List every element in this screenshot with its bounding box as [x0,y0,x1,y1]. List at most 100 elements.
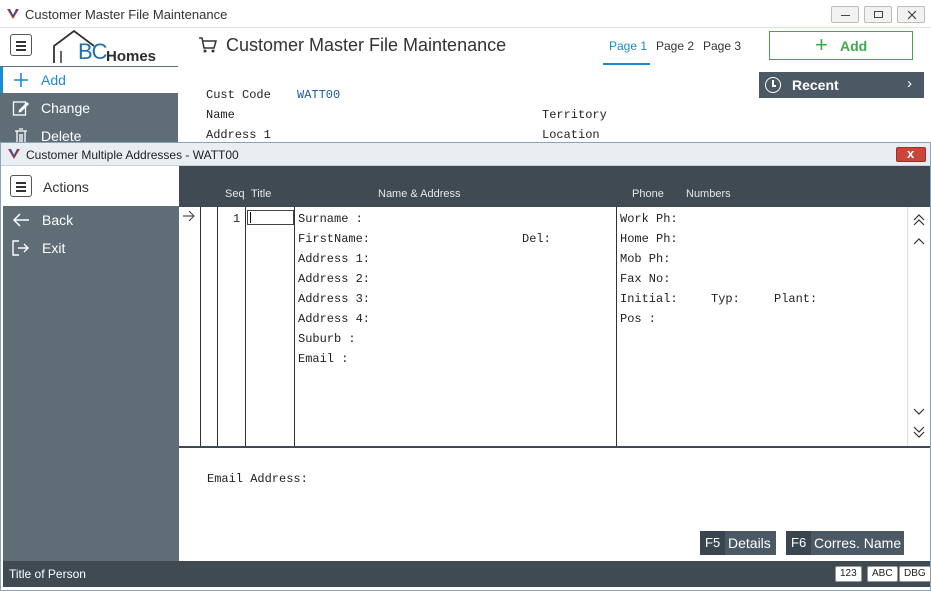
exit-icon [12,240,29,256]
restore-button[interactable] [864,6,892,23]
f5-action-label: Details [728,535,771,551]
grid-header: Seq Title Name & Address Phone Numbers [179,166,930,207]
dialog-sidebar: Actions Back Exit [3,166,179,561]
scroll-bottom-icon[interactable] [912,425,926,439]
sidebar-item-delete[interactable]: Delete [0,123,178,142]
main-menu-button[interactable] [10,34,32,56]
sidebar-item-label: Delete [41,128,82,142]
grid-divider [294,207,295,447]
recent-button[interactable]: Recent › [759,72,924,98]
clock-icon [765,77,781,93]
sidebar-item-back[interactable]: Back [3,207,179,233]
restore-icon [874,11,883,18]
work-phone-label: Work Ph: [620,212,678,226]
app-logo-icon [7,8,19,19]
status-bar: Title of Person 123 ABC DBG [3,561,931,587]
sidebar-item-exit[interactable]: Exit [3,235,179,261]
current-row-arrow-icon [183,210,195,222]
sidebar-item-change[interactable]: Change [0,95,178,121]
territory-label: Territory [542,108,607,122]
scroll-down-icon[interactable] [912,404,926,418]
caps-mode-badge[interactable]: ABC [867,566,898,582]
sidebar-item-add[interactable]: Add [0,67,178,93]
add-record-button[interactable]: + Add [769,31,913,60]
dialog-close-button[interactable]: x [896,146,926,162]
actions-menu[interactable]: Actions [3,166,179,206]
close-icon: x [907,146,915,161]
initial-label: Initial: [620,292,678,306]
debug-mode-badge[interactable]: DBG [899,566,931,582]
title-input[interactable] [247,210,294,225]
logo-bc-text: BC [78,39,108,64]
logo-homes-text: Homes [106,48,157,65]
cart-icon [199,37,217,53]
sidebar-item-label: Back [42,212,74,228]
edit-icon [12,101,29,116]
address1-field-label: Address 1: [298,252,371,266]
close-main-button[interactable] [897,6,925,23]
address-grid: Seq Title Name & Address Phone Numbers 1… [179,166,930,449]
col-header-numbers[interactable]: Numbers [686,188,731,200]
f5-key-label: F5 [700,531,726,555]
page-title: Customer Master File Maintenance [226,35,507,55]
pos-label: Pos : [620,312,657,326]
sidebar-item-label: Exit [42,240,66,256]
f5-details-button[interactable]: F5 Details [700,531,776,555]
scroll-top-icon[interactable] [912,213,926,227]
name-label: Name [206,108,235,122]
main-window-title: Customer Master File Maintenance [25,7,228,22]
main-titlebar: Customer Master File Maintenance [0,0,931,28]
active-marker [0,67,3,93]
main-header: BC Homes Customer Master File Maintenanc… [0,28,931,66]
tab-page-1[interactable]: Page 1 [609,39,647,53]
address1-label: Address 1 [206,128,271,142]
dialog-titlebar: Customer Multiple Addresses - WATT00 x [1,143,930,166]
minimize-button[interactable] [831,6,859,23]
tab-page-3[interactable]: Page 3 [703,39,741,53]
cust-code-label: Cust Code [206,88,271,102]
chevron-right-icon: › [907,75,912,92]
active-tab-indicator [603,63,650,65]
sidebar-item-label: Add [41,72,66,88]
bc-homes-logo: BC Homes [52,29,166,65]
dialog-title: Customer Multiple Addresses - WATT00 [26,148,239,162]
tab-page-2[interactable]: Page 2 [656,39,694,53]
status-text: Title of Person [9,567,86,581]
detail-panel: Email Address: F5 Details F6 Corres. Nam… [179,448,930,561]
multiple-addresses-dialog: Customer Multiple Addresses - WATT00 x A… [0,142,931,591]
grid-divider [616,207,617,447]
col-header-title[interactable]: Title [251,188,271,200]
recent-label: Recent [792,77,839,93]
f6-action-label: Corres. Name [814,535,902,551]
arrow-left-icon [12,213,29,227]
cust-code-value: WATT00 [297,88,341,102]
col-header-phone[interactable]: Phone [632,188,664,200]
f6-corres-name-button[interactable]: F6 Corres. Name [786,531,904,555]
add-record-label: Add [840,38,868,54]
grid-scrollbar[interactable] [907,207,929,447]
plus-icon [14,73,28,87]
scroll-up-icon[interactable] [912,235,926,249]
address3-field-label: Address 3: [298,292,371,306]
fax-number-label: Fax No: [620,272,671,286]
close-icon [907,10,917,20]
plus-icon: + [815,32,828,57]
surname-label: Surname : [298,212,363,226]
actions-menu-icon [10,175,32,197]
numeric-mode-badge[interactable]: 123 [835,566,862,582]
col-header-name-address[interactable]: Name & Address [378,188,461,200]
row-seq-value: 1 [233,212,241,226]
col-header-seq[interactable]: Seq [225,188,245,200]
plant-label: Plant: [774,292,818,306]
typ-label: Typ: [711,292,740,306]
main-sidebar: Add Change Delete [0,66,178,142]
f6-key-label: F6 [786,531,812,555]
actions-label: Actions [43,179,89,195]
suburb-label: Suburb : [298,332,356,346]
email-address-label: Email Address: [207,472,308,486]
firstname-label: FirstName: [298,232,371,246]
address4-field-label: Address 4: [298,312,371,326]
location-label: Location [542,128,600,142]
app-logo-icon [8,148,20,159]
address2-field-label: Address 2: [298,272,371,286]
